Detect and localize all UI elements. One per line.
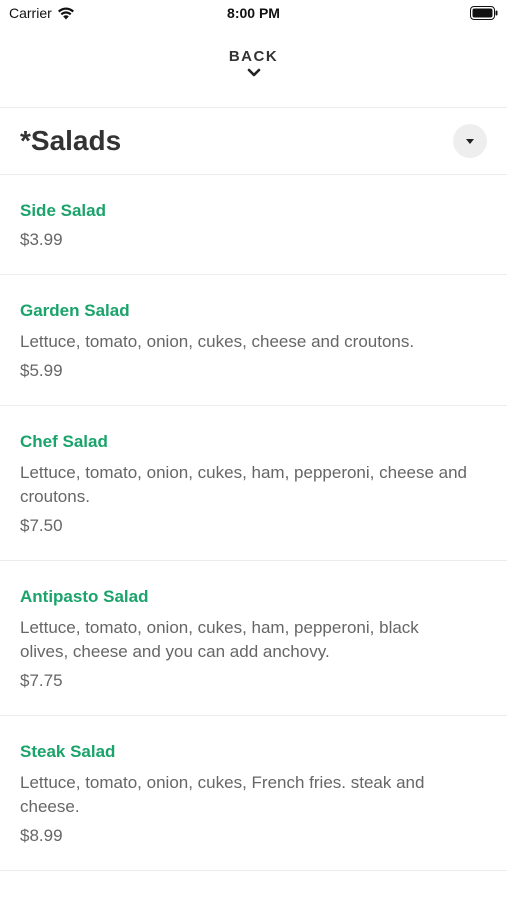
menu-item[interactable]: Chef Salad Lettuce, tomato, onion, cukes…	[0, 406, 507, 561]
menu-item[interactable]: Antipasto Salad Lettuce, tomato, onion, …	[0, 561, 507, 716]
category-dropdown-button[interactable]	[453, 124, 487, 158]
menu-item[interactable]: Garden Salad Lettuce, tomato, onion, cuk…	[0, 275, 507, 406]
item-name: Antipasto Salad	[20, 587, 149, 606]
item-price: $3.99	[20, 230, 63, 249]
menu-list: Side Salad $3.99 Garden Salad Lettuce, t…	[0, 175, 507, 871]
item-name: Garden Salad	[20, 301, 130, 320]
battery-icon	[470, 6, 498, 20]
item-description: Lettuce, tomato, onion, cukes, cheese an…	[20, 332, 415, 351]
item-price: $5.99	[20, 361, 63, 380]
item-name: Steak Salad	[20, 742, 116, 761]
item-price: $7.50	[20, 516, 63, 535]
category-title: *Salads	[20, 125, 122, 156]
caret-down-icon	[466, 138, 474, 144]
chevron-down-icon	[247, 68, 260, 77]
item-price: $7.75	[20, 671, 63, 690]
item-description: Lettuce, tomato, onion, cukes, ham, pepp…	[20, 463, 468, 506]
category-header: *Salads	[0, 108, 507, 174]
status-bar: Carrier 8:00 PM	[0, 0, 507, 28]
status-time: 8:00 PM	[227, 5, 280, 21]
back-button[interactable]: BACK	[0, 48, 507, 92]
item-description: Lettuce, tomato, onion, cukes, ham, pepp…	[20, 618, 419, 661]
menu-item[interactable]: Side Salad $3.99	[0, 175, 507, 275]
menu-item[interactable]: Steak Salad Lettuce, tomato, onion, cuke…	[0, 716, 507, 871]
item-name: Side Salad	[20, 201, 106, 220]
item-name: Chef Salad	[20, 432, 108, 451]
back-label: BACK	[228, 48, 279, 65]
item-description: Lettuce, tomato, onion, cukes, French fr…	[20, 773, 425, 816]
item-price: $8.99	[20, 826, 63, 845]
